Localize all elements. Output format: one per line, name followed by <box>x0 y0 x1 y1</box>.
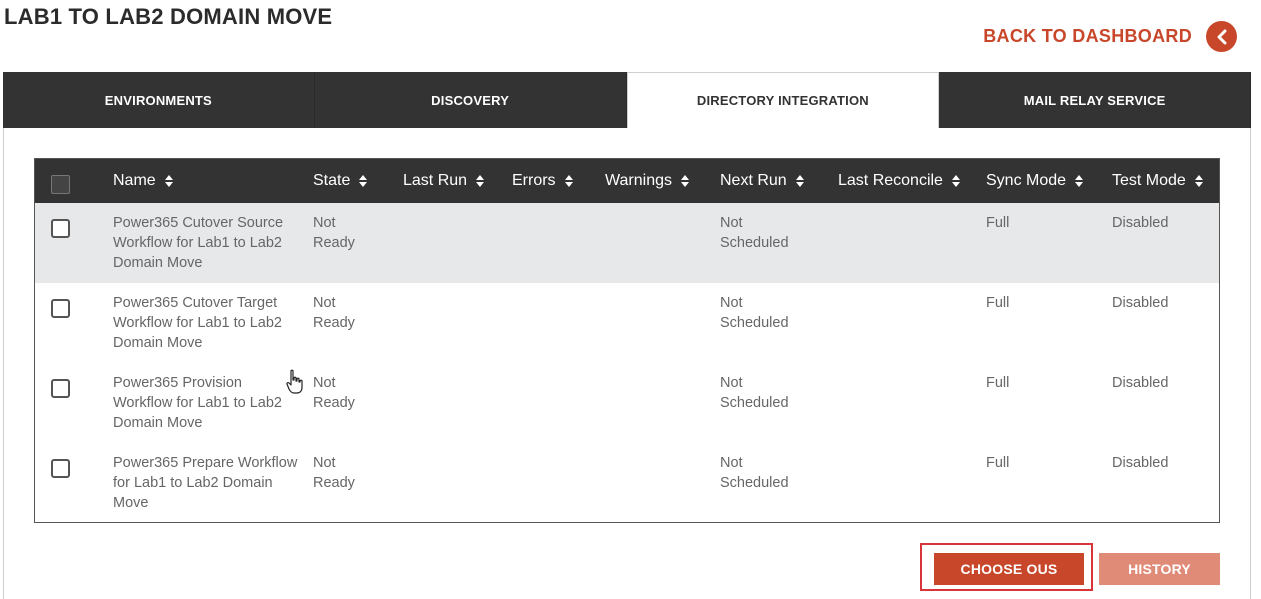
cell-state: Not Ready <box>313 375 355 411</box>
column-header-state[interactable]: State <box>313 159 368 203</box>
choose-ous-button[interactable]: CHOOSE OUS <box>934 553 1084 585</box>
hand-pointer-icon <box>286 369 303 394</box>
back-to-dashboard-label: BACK TO DASHBOARD <box>983 26 1192 46</box>
row-checkbox[interactable] <box>51 219 70 238</box>
cell-sync-mode: Full <box>986 375 1010 391</box>
tab-mail-relay-service[interactable]: MAIL RELAY SERVICE <box>939 72 1251 128</box>
select-all-checkbox[interactable] <box>51 175 70 194</box>
cell-name: Power365 Prepare Workflow for Lab1 to La… <box>113 455 298 511</box>
column-label: Sync Mode <box>986 172 1067 189</box>
cell-next-run: Not Scheduled <box>720 215 789 251</box>
table-row[interactable]: Power365 Provision Workflow for Lab1 to … <box>35 363 1219 443</box>
workflow-table: Name State Last Run Errors Warnings Next… <box>34 158 1220 523</box>
back-to-dashboard-link[interactable]: BACK TO DASHBOARD <box>983 21 1237 52</box>
column-label: Test Mode <box>1112 172 1186 189</box>
cell-name: Power365 Provision Workflow for Lab1 to … <box>113 375 282 431</box>
sort-icon <box>564 175 573 187</box>
column-label: State <box>313 172 351 189</box>
page-title: LAB1 TO LAB2 DOMAIN MOVE <box>4 4 333 29</box>
cell-next-run: Not Scheduled <box>720 455 789 491</box>
column-label: Warnings <box>605 172 672 189</box>
row-checkbox[interactable] <box>51 379 70 398</box>
cell-sync-mode: Full <box>986 215 1010 231</box>
row-checkbox[interactable] <box>51 459 70 478</box>
table-row[interactable]: Power365 Cutover Source Workflow for Lab… <box>35 203 1219 283</box>
cell-test-mode: Disabled <box>1112 375 1169 391</box>
tab-directory-integration[interactable]: DIRECTORY INTEGRATION <box>626 72 940 128</box>
cell-state: Not Ready <box>313 455 355 491</box>
cell-sync-mode: Full <box>986 455 1010 471</box>
cell-state: Not Ready <box>313 295 355 331</box>
cell-name: Power365 Cutover Source Workflow for Lab… <box>113 215 284 271</box>
history-button[interactable]: HISTORY <box>1099 553 1220 585</box>
sort-icon <box>1194 175 1203 187</box>
sort-icon <box>951 175 960 187</box>
column-header-name[interactable]: Name <box>113 159 174 203</box>
tab-bar: ENVIRONMENTS DISCOVERY DIRECTORY INTEGRA… <box>3 72 1251 128</box>
table-row[interactable]: Power365 Cutover Target Workflow for Lab… <box>35 283 1219 363</box>
column-header-next-run[interactable]: Next Run <box>720 159 805 203</box>
row-checkbox[interactable] <box>51 299 70 318</box>
cell-state: Not Ready <box>313 215 355 251</box>
column-label: Name <box>113 172 156 189</box>
table-row[interactable]: Power365 Prepare Workflow for Lab1 to La… <box>35 443 1219 523</box>
cell-next-run: Not Scheduled <box>720 375 789 411</box>
cell-name: Power365 Cutover Target Workflow for Lab… <box>113 295 282 351</box>
column-header-sync-mode[interactable]: Sync Mode <box>986 159 1084 203</box>
column-label: Last Reconcile <box>838 172 943 189</box>
sort-icon <box>680 175 689 187</box>
column-label: Last Run <box>403 172 468 189</box>
table-header: Name State Last Run Errors Warnings Next… <box>35 159 1219 203</box>
column-header-test-mode[interactable]: Test Mode <box>1112 159 1204 203</box>
column-header-warnings[interactable]: Warnings <box>605 159 690 203</box>
tab-environments[interactable]: ENVIRONMENTS <box>3 72 315 128</box>
cell-test-mode: Disabled <box>1112 215 1169 231</box>
sort-icon <box>1075 175 1084 187</box>
column-label: Next Run <box>720 172 787 189</box>
cell-test-mode: Disabled <box>1112 295 1169 311</box>
cell-sync-mode: Full <box>986 295 1010 311</box>
sort-icon <box>476 175 485 187</box>
sort-icon <box>164 175 173 187</box>
tab-discovery[interactable]: DISCOVERY <box>315 72 627 128</box>
column-header-last-run[interactable]: Last Run <box>403 159 485 203</box>
column-label: Errors <box>512 172 556 189</box>
sort-icon <box>795 175 804 187</box>
column-header-errors[interactable]: Errors <box>512 159 574 203</box>
column-header-last-reconcile[interactable]: Last Reconcile <box>838 159 961 203</box>
sort-icon <box>359 175 368 187</box>
chevron-left-icon[interactable] <box>1206 21 1237 52</box>
cell-next-run: Not Scheduled <box>720 295 789 331</box>
cell-test-mode: Disabled <box>1112 455 1169 471</box>
